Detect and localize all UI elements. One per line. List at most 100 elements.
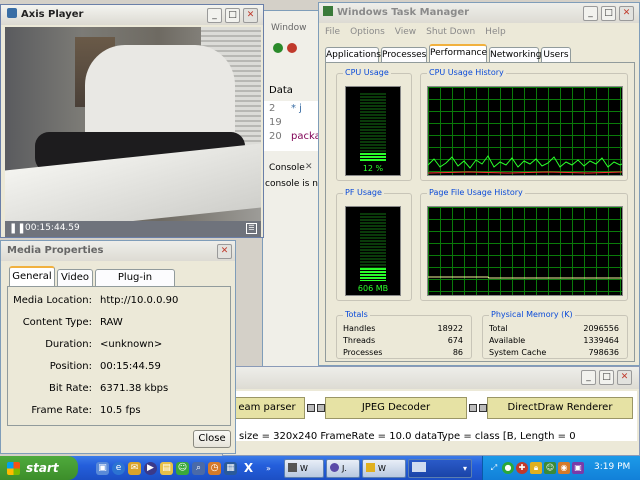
cpu-history-svg <box>428 155 622 174</box>
physical-memory-label: Physical Memory (K) <box>489 310 575 319</box>
tray-people-icon[interactable]: ☺ <box>544 462 556 474</box>
graph-close-button[interactable]: ✕ <box>617 370 632 385</box>
start-button[interactable]: start <box>0 456 78 480</box>
taskbar-button-1-icon <box>288 463 297 472</box>
tray-lock-icon[interactable]: 🔒︎ <box>530 462 542 474</box>
quicklaunch-outlook-icon[interactable]: ✉ <box>128 462 141 475</box>
media-general-panel: Media Location: http://10.0.0.90 Content … <box>7 286 231 426</box>
menu-options[interactable]: Options <box>350 27 385 37</box>
debug-icon[interactable] <box>287 43 297 53</box>
taskmgr-minimize-button[interactable]: _ <box>583 6 598 21</box>
media-close-button[interactable]: Close <box>193 430 231 448</box>
totals-label: Totals <box>343 310 370 319</box>
quicklaunch-expand-icon[interactable]: » <box>262 462 275 475</box>
ide-data-tab[interactable]: Data <box>269 85 293 96</box>
media-properties-titlebar[interactable]: Media Properties <box>1 241 235 261</box>
tray-network-icon[interactable]: ⤢ <box>488 462 500 474</box>
media-tab-plugin-settings[interactable]: Plug-in Settings <box>95 269 175 299</box>
physical-memory-group: Physical Memory (K) Total 2096556 Availab… <box>482 310 628 359</box>
cpu-usage-label: CPU Usage <box>343 68 391 77</box>
taskbar-button-3[interactable]: W <box>362 459 406 478</box>
ide-console-close-icon[interactable]: ✕ <box>305 162 313 172</box>
memory-row-available: Available 1339464 <box>489 336 619 345</box>
prop-duration-value: <unknown> <box>100 339 163 350</box>
output-pin-decoder[interactable] <box>469 404 477 412</box>
task-manager-icon <box>323 6 333 16</box>
input-pin-renderer[interactable] <box>479 404 487 412</box>
menu-view[interactable]: View <box>395 27 416 37</box>
taskbar-group-icon <box>412 462 426 472</box>
taskbar-button-1[interactable]: W <box>284 459 324 478</box>
task-manager-window: Windows Task Manager _ □ ✕ File Options Vi… <box>318 2 640 366</box>
tab-users[interactable]: Users <box>541 47 571 63</box>
quicklaunch-messenger-icon[interactable]: ☺ <box>176 462 189 475</box>
prop-frame-rate-value: 10.5 fps <box>100 405 141 416</box>
filter-graph-titlebar[interactable] <box>223 367 639 389</box>
tab-networking[interactable]: Networking <box>489 47 542 63</box>
pause-icon[interactable]: ❚❚ <box>9 224 26 234</box>
quicklaunch-ie-icon[interactable]: e <box>112 462 125 475</box>
tray-antivirus-icon[interactable]: ◉ <box>558 462 570 474</box>
taskbar-clock[interactable]: 3:19 PM <box>594 462 630 472</box>
tray-shield-icon[interactable]: ✚ <box>516 462 528 474</box>
prop-position-label: Position: <box>49 361 92 372</box>
quicklaunch-search-icon[interactable]: ⌕ <box>192 462 205 475</box>
run-icon[interactable] <box>273 43 283 53</box>
taskmgr-maximize-button[interactable]: □ <box>601 6 616 21</box>
menu-file[interactable]: File <box>325 27 340 37</box>
handles-label: Handles <box>343 324 376 333</box>
quicklaunch-clock-icon[interactable]: ◷ <box>208 462 221 475</box>
tray-monitor-icon[interactable]: ▣ <box>572 462 584 474</box>
media-tab-general[interactable]: General <box>9 266 55 286</box>
code-fragment-1: * j <box>291 103 302 114</box>
input-pin-decoder[interactable] <box>317 404 325 412</box>
tab-applications[interactable]: Applications <box>325 47 381 63</box>
tab-processes[interactable]: Processes <box>381 47 427 63</box>
filter-stream-parser[interactable]: eam parser <box>229 397 305 419</box>
menu-shut-down[interactable]: Shut Down <box>426 27 475 37</box>
quicklaunch-desktop-icon[interactable]: ▣ <box>96 462 109 475</box>
memory-row-total: Total 2096556 <box>489 324 619 333</box>
cpu-history-label: CPU Usage History <box>427 68 506 77</box>
quicklaunch-x-icon[interactable]: X <box>242 462 255 475</box>
memory-cache-value: 798636 <box>588 348 619 357</box>
pf-history-graph <box>427 206 623 296</box>
media-properties-window: Media Properties ✕ General Video Plug-in… <box>0 240 236 454</box>
filter-directdraw-renderer[interactable]: DirectDraw Renderer <box>487 397 633 419</box>
axis-player-titlebar[interactable]: Axis Player <box>1 5 263 25</box>
tab-performance[interactable]: Performance <box>429 44 487 62</box>
taskbar-group-button[interactable]: ▾ <box>408 459 472 478</box>
prop-content-type-label: Content Type: <box>22 317 92 328</box>
taskbar-button-2[interactable]: J. <box>326 459 360 478</box>
graph-maximize-button[interactable]: □ <box>599 370 614 385</box>
player-menu-icon[interactable]: ☰ <box>246 223 257 234</box>
axis-player-icon <box>7 8 17 18</box>
prop-position-value: 00:15:44.59 <box>100 361 161 372</box>
cpu-usage-fill <box>360 153 386 161</box>
media-tab-video[interactable]: Video <box>57 269 93 286</box>
graph-minimize-button[interactable]: _ <box>581 370 596 385</box>
filter-jpeg-decoder[interactable]: JPEG Decoder <box>325 397 467 419</box>
output-pin-parser[interactable] <box>307 404 315 412</box>
quicklaunch-folder-icon[interactable]: ▤ <box>160 462 173 475</box>
prop-duration-label: Duration: <box>45 339 92 350</box>
taskmgr-close-button[interactable]: ✕ <box>619 6 634 21</box>
taskbar-button-1-label: W <box>300 464 308 473</box>
axis-close-button[interactable]: ✕ <box>243 8 258 23</box>
ide-console-tab[interactable]: Console <box>269 163 305 173</box>
media-close-x-button[interactable]: ✕ <box>217 244 232 259</box>
axis-maximize-button[interactable]: □ <box>225 8 240 23</box>
quicklaunch-media-icon[interactable]: ▶ <box>144 462 157 475</box>
ide-menu-window[interactable]: Window <box>271 23 307 33</box>
line-number-2: 2 <box>269 103 276 114</box>
quicklaunch-app-icon[interactable]: ▦ <box>224 462 237 475</box>
taskbar-button-2-icon <box>330 463 339 472</box>
tray-green-icon[interactable]: ● <box>502 462 514 474</box>
memory-row-system-cache: System Cache 798636 <box>489 348 619 357</box>
pf-history-label: Page File Usage History <box>427 188 525 197</box>
menu-help[interactable]: Help <box>485 27 506 37</box>
ide-console-text: console is not a <box>265 179 321 189</box>
ide-window: Window Data 2 * j 19 20 packa Console ✕ … <box>262 10 322 370</box>
axis-minimize-button[interactable]: _ <box>207 8 222 23</box>
threads-value: 674 <box>447 336 463 345</box>
